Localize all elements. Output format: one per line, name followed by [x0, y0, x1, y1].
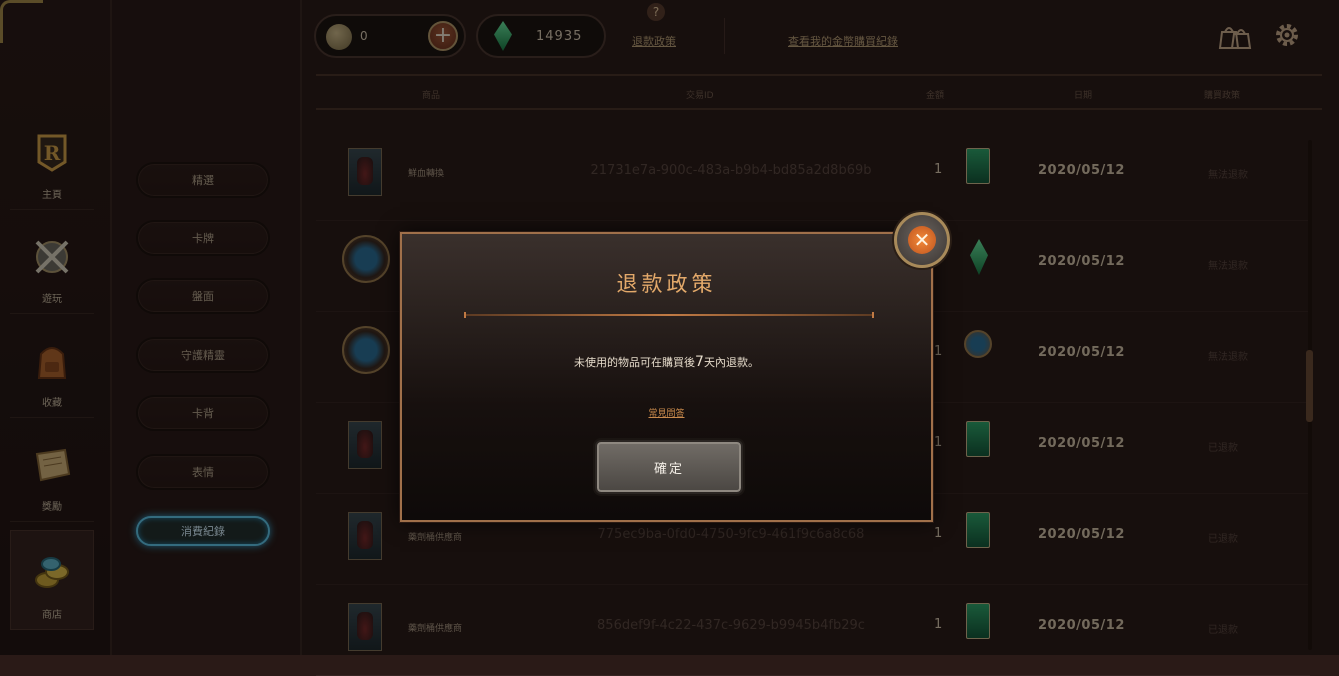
close-dialog-button[interactable]: ✕: [894, 212, 950, 268]
confirm-button[interactable]: 確定: [595, 440, 743, 494]
faq-link[interactable]: 常見問答: [402, 406, 931, 419]
dialog-message-days: 7: [695, 354, 704, 370]
refund-policy-dialog: 退款政策 未使用的物品可在購買後7天內退款。 常見問答 確定: [400, 232, 933, 522]
dialog-message-prefix: 未使用的物品可在購買後: [574, 356, 696, 369]
close-icon: ✕: [908, 226, 936, 254]
dialog-message-suffix: 天內退款。: [703, 356, 759, 369]
title-divider: [464, 312, 874, 318]
dialog-message: 未使用的物品可在購買後7天內退款。: [402, 354, 931, 370]
dialog-title: 退款政策: [616, 272, 717, 296]
